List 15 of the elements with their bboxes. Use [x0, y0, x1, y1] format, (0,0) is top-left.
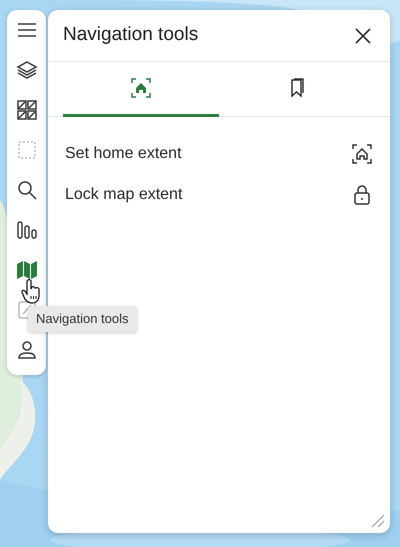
search-icon	[16, 179, 38, 201]
map-icon	[16, 259, 38, 281]
selection-icon	[16, 139, 38, 161]
layers-icon	[16, 59, 38, 81]
close-icon	[353, 26, 373, 46]
grid-icon	[16, 99, 38, 121]
menu-item[interactable]: Lock map extent	[65, 182, 182, 206]
home-icon	[130, 77, 152, 99]
person-icon	[16, 339, 38, 361]
tooltip: Navigation tools	[28, 306, 136, 332]
resize-handle[interactable]	[371, 514, 385, 528]
menu-item[interactable]: Set home extent	[65, 142, 182, 166]
home-extent-icon[interactable]	[351, 142, 373, 164]
panel-title: Navigation tools	[63, 23, 198, 48]
bar-chart-icon	[16, 219, 38, 241]
